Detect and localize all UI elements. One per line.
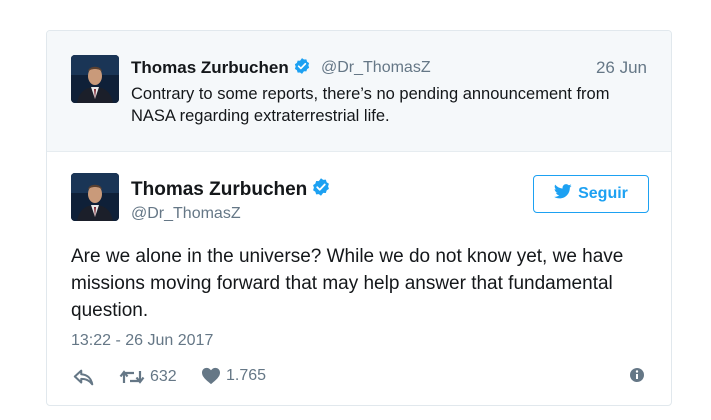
- author-avatar[interactable]: [71, 173, 119, 221]
- tweet-timestamp[interactable]: 13:22 - 26 Jun 2017: [71, 332, 213, 350]
- parent-author-name-text: Thomas Zurbuchen: [131, 58, 289, 77]
- parent-date[interactable]: 26 Jun: [596, 58, 647, 78]
- parent-handle[interactable]: @Dr_ThomasZ: [321, 59, 431, 77]
- follow-button-label: Seguir: [578, 185, 628, 202]
- like-count: 1.765: [226, 367, 267, 384]
- parent-avatar[interactable]: [71, 55, 119, 103]
- reply-icon: [73, 367, 95, 387]
- retweet-count: 632: [150, 368, 177, 385]
- tweet-actions: 632 1.765: [71, 367, 647, 391]
- twitter-bird-icon: [554, 184, 572, 204]
- retweet-icon: [119, 367, 145, 387]
- author-name-text: Thomas Zurbuchen: [131, 179, 308, 200]
- author-handle[interactable]: @Dr_ThomasZ: [131, 205, 241, 223]
- info-button[interactable]: [629, 367, 645, 383]
- parent-tweet[interactable]: Thomas Zurbuchen @Dr_ThomasZ 26 Jun Cont…: [47, 31, 671, 152]
- like-button[interactable]: 1.765: [201, 367, 266, 385]
- heart-icon: [201, 367, 221, 385]
- info-icon: [629, 367, 645, 383]
- retweet-button[interactable]: 632: [119, 367, 177, 387]
- author-name[interactable]: Thomas Zurbuchen: [131, 177, 331, 203]
- parent-tweet-text: Contrary to some reports, there’s no pen…: [131, 85, 610, 125]
- tweet-text: Are we alone in the universe? While we d…: [71, 246, 624, 321]
- verified-badge-icon: [311, 177, 331, 203]
- follow-button[interactable]: Seguir: [533, 175, 649, 213]
- verified-badge-icon: [293, 57, 311, 80]
- reply-button[interactable]: [73, 367, 95, 387]
- tweet-card: Thomas Zurbuchen @Dr_ThomasZ 26 Jun Cont…: [46, 30, 672, 406]
- parent-author-name[interactable]: Thomas Zurbuchen: [131, 57, 311, 80]
